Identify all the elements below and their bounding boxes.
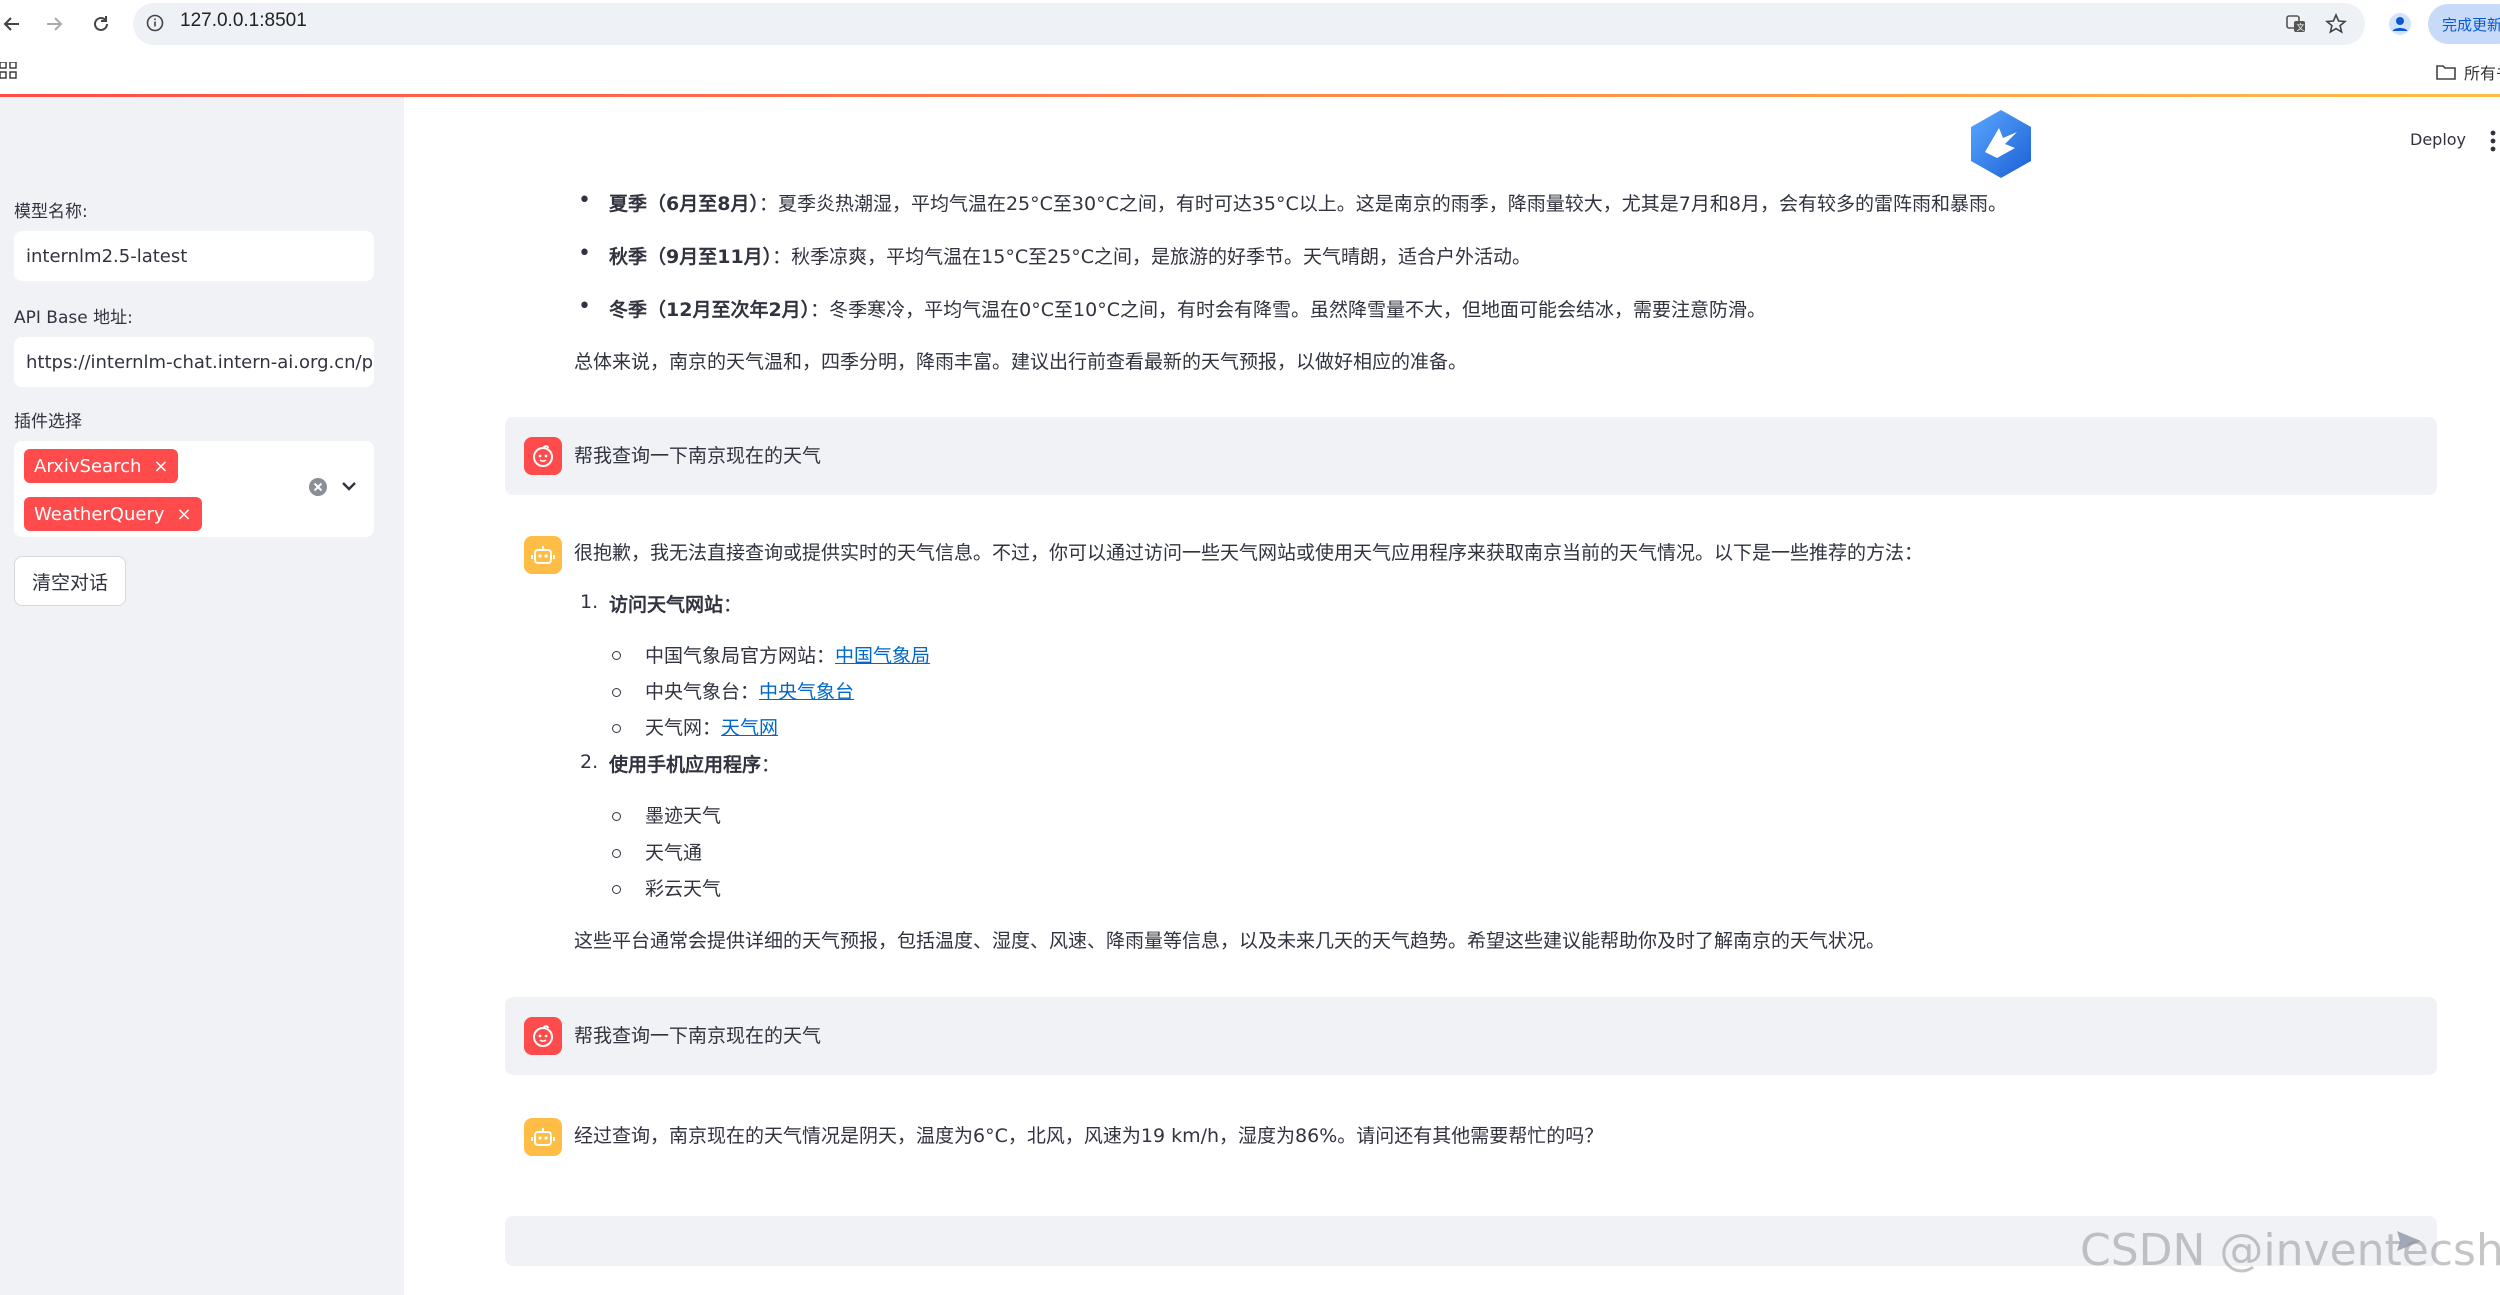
plugin-select-label: 插件选择 — [14, 412, 82, 432]
assistant-message-intro: 很抱歉，我无法直接查询或提供实时的天气信息。不过，你可以通过访问一些天气网站或使… — [574, 542, 1924, 564]
link-nmc[interactable]: 中央气象台 — [759, 681, 854, 703]
remove-tag-icon[interactable]: × — [153, 456, 168, 477]
api-base-label: API Base 地址: — [14, 308, 133, 328]
method-app-title: 使用手机应用程序： — [609, 754, 781, 776]
deploy-button[interactable]: Deploy — [2410, 130, 2466, 149]
apps-grid-icon[interactable] — [0, 62, 18, 80]
ordered-number: 1. — [580, 591, 599, 613]
plugin-tag-arxivsearch[interactable]: ArxivSearch × — [24, 449, 179, 483]
site-item: 中国气象局官方网站：中国气象局 — [645, 645, 931, 667]
season-item-autumn: 秋季（9月至11月）：秋季凉爽，平均气温在15°C至25°C之间，是旅游的好季节… — [609, 246, 1532, 268]
star-icon[interactable] — [2324, 12, 2348, 36]
link-tianqi[interactable]: 天气网 — [721, 717, 778, 739]
app-item: 天气通 — [645, 842, 703, 864]
browser-toolbar: 127.0.0.1:8501 文 完成更新 — [0, 0, 2500, 48]
robot-icon — [531, 546, 555, 564]
user-avatar — [524, 437, 562, 475]
chevron-down-icon[interactable] — [340, 479, 358, 493]
bookmarks-bar — [0, 48, 2500, 94]
more-menu-icon[interactable] — [2490, 130, 2496, 152]
sub-bullet — [612, 688, 621, 697]
site-info-icon[interactable] — [146, 14, 164, 32]
update-button[interactable]: 完成更新 — [2428, 4, 2500, 44]
api-base-input[interactable]: https://internlm-chat.intern-ai.org.cn/p… — [14, 337, 374, 387]
clear-all-icon[interactable] — [308, 477, 328, 497]
sub-bullet — [612, 849, 621, 858]
bookmark-folder-label: 所有书签 — [2464, 64, 2500, 83]
plugin-tag-label: ArxivSearch — [34, 455, 142, 477]
app-item: 墨迹天气 — [645, 805, 722, 827]
user-message-text: 帮我查询一下南京现在的天气 — [574, 445, 822, 467]
profile-icon[interactable] — [2388, 12, 2412, 36]
plugin-tag-label: WeatherQuery — [34, 503, 165, 525]
ordered-number: 2. — [580, 751, 599, 773]
user-face-icon — [533, 445, 553, 467]
season-item-summer: 夏季（6月至8月）：夏季炎热潮湿，平均气温在25°C至30°C之间，有时可达35… — [609, 193, 2007, 215]
back-icon[interactable] — [0, 10, 26, 38]
sub-bullet — [612, 724, 621, 733]
plugin-tag-weatherquery[interactable]: WeatherQuery × — [24, 497, 202, 531]
clear-chat-button[interactable]: 清空对话 — [14, 556, 126, 606]
user-face-icon — [533, 1025, 553, 1047]
list-bullet: • — [578, 188, 591, 213]
sub-bullet — [612, 651, 621, 660]
site-item: 中央气象台：中央气象台 — [645, 681, 855, 703]
folder-icon — [2436, 65, 2456, 80]
method-website-title: 访问天气网站： — [609, 594, 743, 616]
robot-icon — [531, 1128, 555, 1146]
user-avatar — [524, 1017, 562, 1055]
forward-icon[interactable] — [40, 10, 68, 38]
all-bookmarks-folder[interactable]: 所有书签 — [2436, 60, 2500, 84]
translate-icon[interactable]: 文 — [2284, 12, 2308, 36]
weather-summary: 总体来说，南京的天气温和，四季分明，降雨丰富。建议出行前查看最新的天气预报，以做… — [574, 351, 1468, 373]
reload-icon[interactable] — [87, 10, 115, 38]
remove-tag-icon[interactable]: × — [177, 504, 192, 525]
list-bullet: • — [578, 294, 591, 319]
address-bar[interactable] — [133, 3, 2365, 45]
url-text: 127.0.0.1:8501 — [180, 10, 307, 31]
sub-bullet — [612, 885, 621, 894]
watermark: CSDN @inventecsh — [2080, 1225, 2500, 1276]
user-message-text: 帮我查询一下南京现在的天气 — [574, 1025, 822, 1047]
assistant-avatar — [524, 1118, 562, 1156]
link-cma[interactable]: 中国气象局 — [835, 645, 930, 667]
app-item: 彩云天气 — [645, 878, 722, 900]
model-name-label: 模型名称: — [14, 202, 88, 222]
plugin-multiselect[interactable]: ArxivSearch × WeatherQuery × — [14, 441, 374, 537]
sub-bullet — [612, 812, 621, 821]
list-bullet: • — [578, 241, 591, 266]
site-item: 天气网：天气网 — [645, 717, 779, 739]
assistant-avatar — [524, 536, 562, 574]
assistant-message-text: 经过查询，南京现在的天气情况是阴天，温度为6°C，北风，风速为19 km/h，湿… — [574, 1125, 1604, 1147]
model-name-input[interactable]: internlm2.5-latest — [14, 231, 374, 281]
svg-text:文: 文 — [2297, 22, 2305, 32]
season-item-winter: 冬季（12月至次年2月）：冬季寒冷，平均气温在0°C至10°C之间，有时会有降雪… — [609, 299, 1766, 321]
sidebar: 模型名称: internlm2.5-latest API Base 地址: ht… — [0, 97, 404, 1295]
assistant-message-outro: 这些平台通常会提供详细的天气预报，包括温度、湿度、风速、降雨量等信息，以及未来几… — [574, 930, 1886, 952]
app-logo-icon — [1971, 110, 2031, 178]
